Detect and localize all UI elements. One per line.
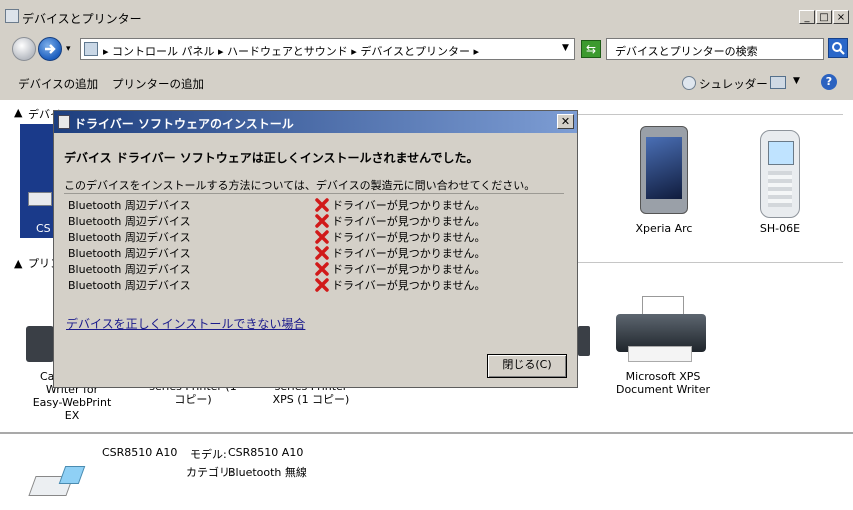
device-row-name: Bluetooth 周辺デバイス [68,215,191,228]
error-icon [314,277,330,293]
device-name: CSR8510 A10 [102,446,178,459]
close-icon[interactable]: ✕ [557,114,574,129]
window-title: デバイスとプリンター [22,12,142,26]
model-value: CSR8510 A10 [228,446,304,459]
model-label: モデル: [190,448,227,461]
search-placeholder: デバイスとプリンターの検索 [615,45,758,58]
device-label: Xperia Arc [635,222,693,235]
window-title-bar: デバイスとプリンター _ □ × [0,0,853,34]
device-row-status: ドライバーが見つかりません。 [332,215,486,228]
device-item-selected[interactable] [20,124,54,238]
error-icon [314,229,330,245]
details-pane: CSR8510 A10 モデル: CSR8510 A10 カテゴリ: Bluet… [0,432,853,510]
device-row-status: ドライバーが見つかりません。 [332,279,486,292]
address-bar[interactable]: ▸ コントロール パネル ▸ ハードウェアとサウンド ▸ デバイスとプリンター … [80,38,575,60]
device-row-name: Bluetooth 周辺デバイス [68,263,191,276]
printer-icon[interactable] [26,326,54,362]
device-row-status: ドライバーが見つかりません。 [332,231,486,244]
error-icon [314,197,330,213]
view-options-icon[interactable] [770,76,786,89]
device-row-status: ドライバーが見つかりません。 [332,263,486,276]
help-link[interactable]: デバイスを正しくインストールできない場合 [66,315,305,332]
device-group-divider [578,114,843,115]
history-dropdown-icon[interactable]: ▾ [66,44,71,54]
maximize-button[interactable]: □ [816,10,832,24]
dialog-heading: デバイス ドライバー ソフトウェアは正しくインストールされませんでした。 [64,151,479,165]
printer-group-divider [578,262,843,263]
close-window-button[interactable]: × [833,10,849,24]
shredder-button[interactable]: シュレッダー [699,76,768,92]
address-dropdown-icon[interactable]: ▼ [562,43,569,53]
printer-icon[interactable] [616,296,706,364]
add-device-button[interactable]: デバイスの追加 [18,76,98,92]
dialog-info-text: このデバイスをインストールする方法については、デバイスの製造元に問い合わせてくだ… [64,179,536,192]
close-button[interactable]: 閉じる(C) [487,354,567,378]
driver-install-icon [58,115,70,129]
dialog-title-bar: ドライバー ソフトウェアのインストール ✕ [54,111,577,133]
help-icon[interactable]: ? [821,74,837,90]
device-row-status: ドライバーが見つかりません。 [332,199,486,212]
feature-phone-icon[interactable] [760,130,800,218]
navigation-bar: ▾ ▸ コントロール パネル ▸ ハードウェアとサウンド ▸ デバイスとプリンタ… [0,34,853,64]
device-label: CS [36,222,51,235]
category-value: Bluetooth 無線 [228,466,307,479]
breadcrumb[interactable]: ▸ コントロール パネル ▸ ハードウェアとサウンド ▸ デバイスとプリンター … [103,43,479,59]
error-icon [314,261,330,277]
printer-icon[interactable] [578,326,590,356]
dialog-title: ドライバー ソフトウェアのインストール [74,117,294,131]
category-label: カテゴリ: [186,466,234,479]
usb-adapter-icon [28,192,52,206]
device-row-status: ドライバーが見つかりません。 [332,247,486,260]
device-row-name: Bluetooth 周辺デバイス [68,279,191,292]
command-bar: デバイスの追加 プリンターの追加 シュレッダー ▼ ? [0,64,853,101]
driver-install-dialog: ドライバー ソフトウェアのインストール ✕ デバイス ドライバー ソフトウェアは… [53,110,578,388]
add-printer-button[interactable]: プリンターの追加 [112,76,204,92]
device-label: SH-06E [759,222,801,235]
minimize-button[interactable]: _ [799,10,815,24]
smartphone-icon[interactable] [640,126,688,214]
error-icon [314,245,330,261]
group-collapse-icon[interactable]: ▲ [14,106,22,119]
view-dropdown-icon[interactable]: ▼ [793,76,800,86]
control-panel-icon [84,42,98,56]
usb-adapter-icon [28,464,86,496]
group-collapse-icon[interactable]: ▲ [14,257,22,270]
search-icon[interactable] [828,38,848,58]
search-input[interactable]: デバイスとプリンターの検索 [606,38,824,60]
forward-icon[interactable] [38,37,62,61]
refresh-icon[interactable]: ⇆ [581,40,601,58]
dialog-separator [64,193,564,194]
device-row-name: Bluetooth 周辺デバイス [68,231,191,244]
error-icon [314,213,330,229]
back-icon[interactable] [12,37,36,61]
device-row-name: Bluetooth 周辺デバイス [68,199,191,212]
window-icon [5,9,19,23]
printer-label: Microsoft XPS Document Writer [615,370,711,396]
shredder-icon[interactable] [682,76,696,90]
device-row-name: Bluetooth 周辺デバイス [68,247,191,260]
